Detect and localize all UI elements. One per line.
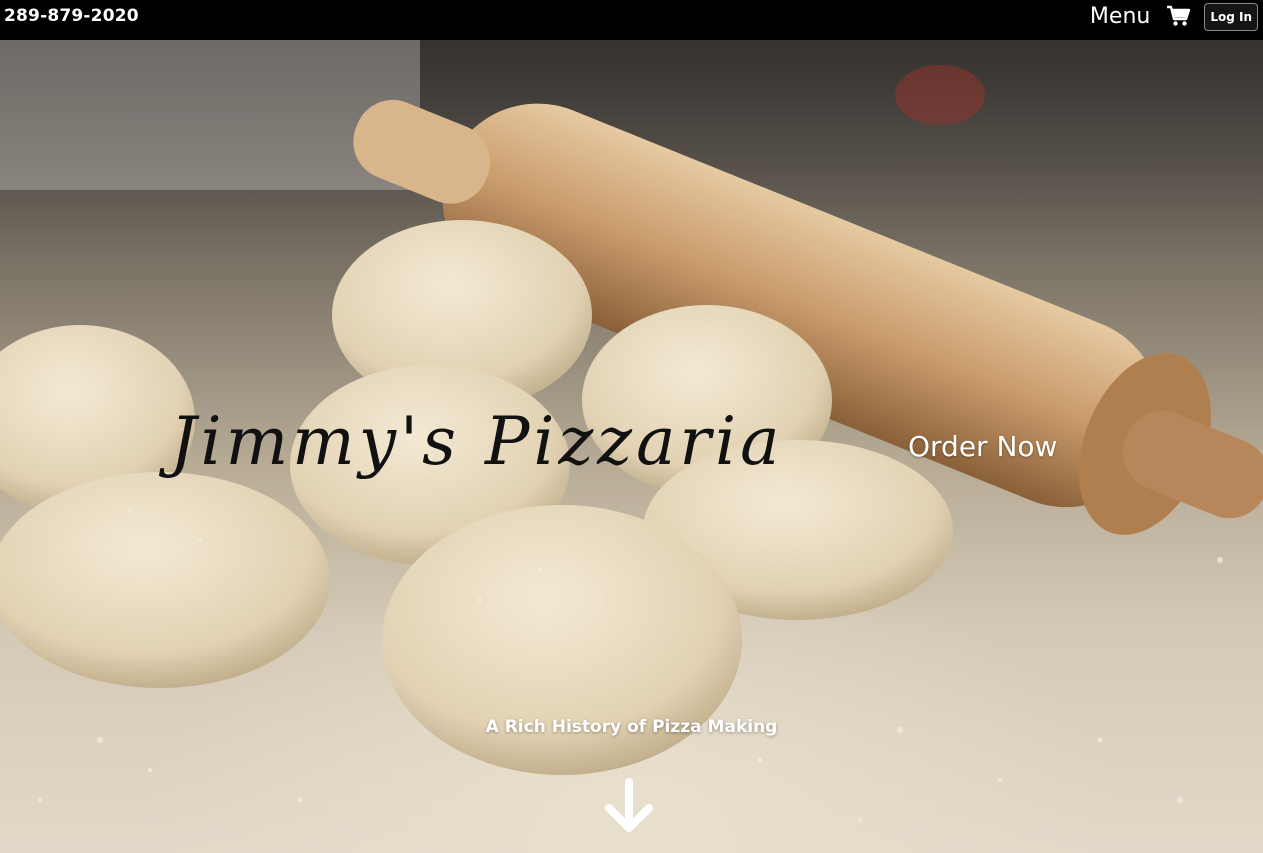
brand-title: Jimmy's Pizzaria bbox=[170, 403, 784, 480]
top-bar: 289-879-2020 Menu Log In bbox=[0, 0, 1263, 40]
hero-banner: Jimmy's Pizzaria Order Now A Rich Histor… bbox=[0, 40, 1263, 853]
history-heading: A Rich History of Pizza Making bbox=[485, 717, 778, 737]
login-button[interactable]: Log In bbox=[1204, 3, 1258, 31]
order-now-link[interactable]: Order Now bbox=[908, 430, 1057, 463]
menu-link[interactable]: Menu bbox=[1090, 4, 1150, 29]
arrow-down-icon[interactable] bbox=[603, 778, 655, 834]
nav-right: Menu Log In bbox=[1090, 0, 1258, 32]
phone-number[interactable]: 289-879-2020 bbox=[4, 6, 139, 26]
shopping-cart-icon[interactable] bbox=[1166, 5, 1191, 27]
